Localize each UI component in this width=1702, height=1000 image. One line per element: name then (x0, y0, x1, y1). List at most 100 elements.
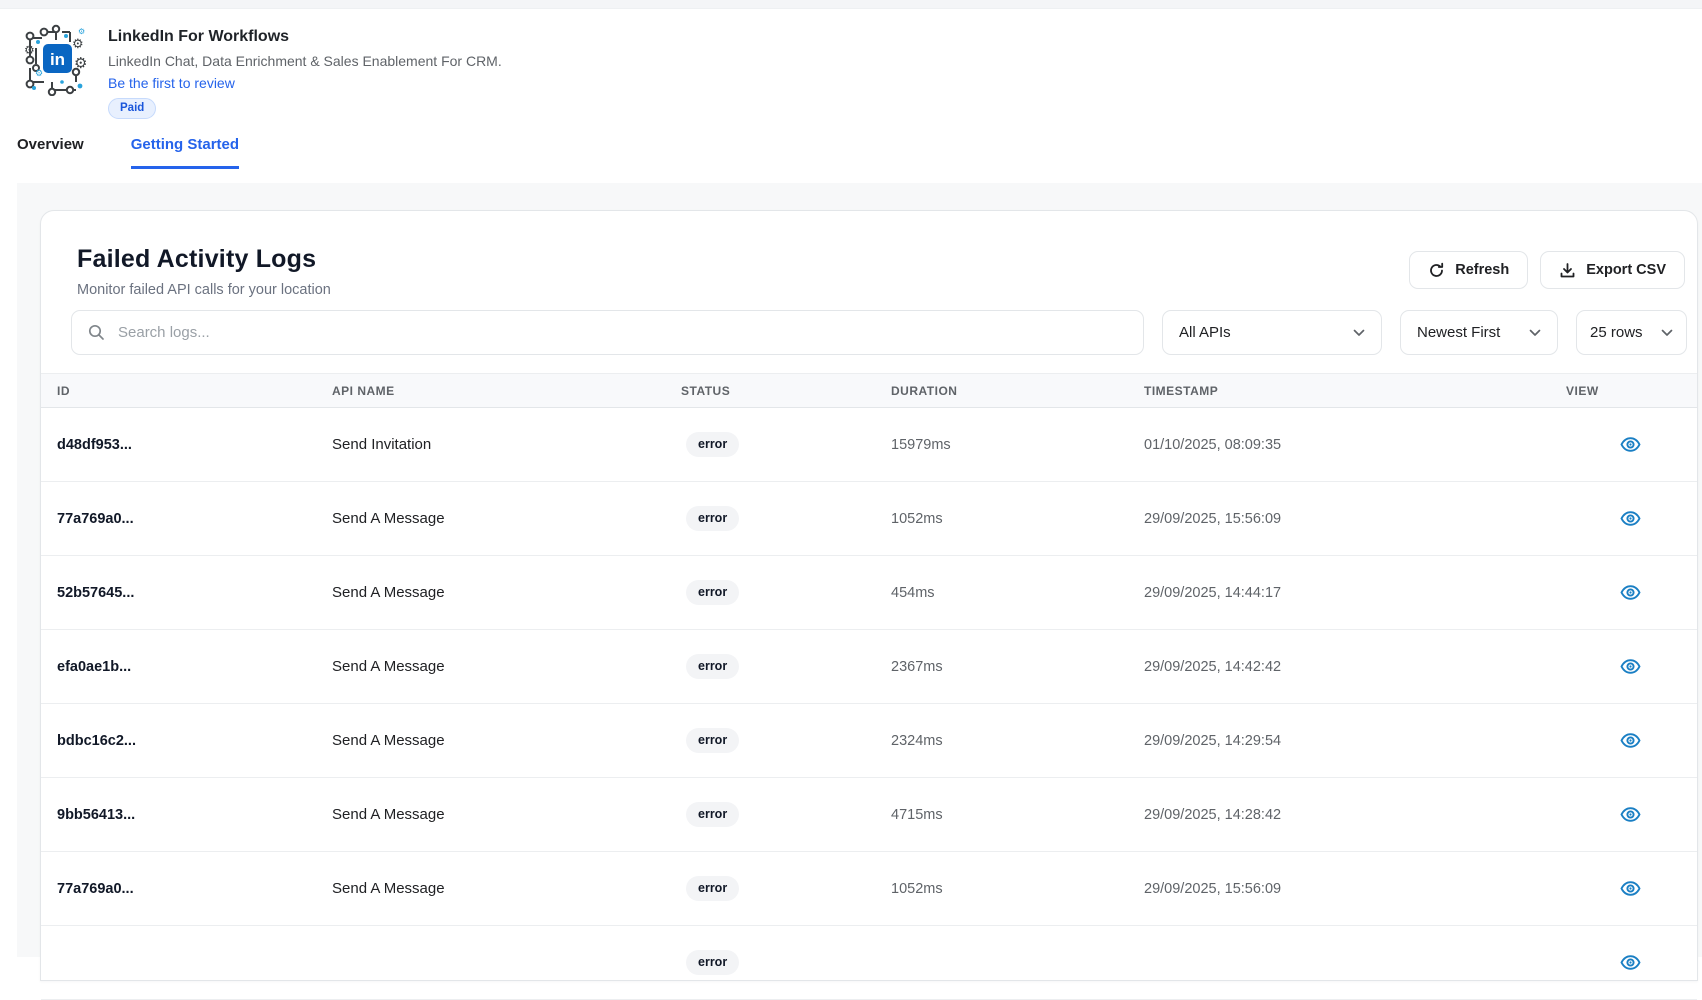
refresh-label: Refresh (1455, 262, 1509, 278)
panel-header: Failed Activity Logs Monitor failed API … (41, 211, 1697, 310)
duration: 1052ms (891, 881, 1144, 897)
duration: 1052ms (891, 511, 1144, 527)
app-title: LinkedIn For Workflows (108, 28, 502, 46)
eye-icon (1620, 807, 1641, 822)
timestamp: 29/09/2025, 14:44:17 (1144, 585, 1546, 601)
eye-icon (1620, 881, 1641, 896)
search-box[interactable] (71, 310, 1144, 355)
table-row: error (41, 926, 1697, 1000)
tab-getting-started[interactable]: Getting Started (131, 136, 239, 169)
api-filter-select[interactable]: All APIs (1162, 310, 1382, 355)
table-row: 77a769a0... Send A Message error 1052ms … (41, 482, 1697, 556)
column-header-status: STATUS (681, 384, 891, 398)
chevron-down-icon (1661, 329, 1673, 337)
tab-bar: Overview Getting Started (0, 136, 1702, 169)
export-csv-label: Export CSV (1586, 262, 1666, 278)
log-id: 9bb56413... (57, 807, 332, 823)
duration: 2324ms (891, 733, 1144, 749)
status-badge: error (686, 728, 739, 753)
log-id: 77a769a0... (57, 511, 332, 527)
api-name: Send Invitation (332, 436, 681, 453)
api-name: Send A Message (332, 806, 681, 823)
table-row: efa0ae1b... Send A Message error 2367ms … (41, 630, 1697, 704)
failed-activity-logs-panel: Failed Activity Logs Monitor failed API … (40, 210, 1698, 981)
status-badge: error (686, 580, 739, 605)
svg-text:in: in (50, 50, 65, 69)
table-row: d48df953... Send Invitation error 15979m… (41, 408, 1697, 482)
search-icon (88, 324, 105, 341)
status-badge: error (686, 876, 739, 901)
gear-icon: ⚙ (24, 43, 35, 57)
view-log-button[interactable] (1616, 951, 1645, 974)
rows-per-page-select[interactable]: 25 rows (1576, 310, 1687, 355)
gear-icon: ⚙ (35, 68, 43, 78)
column-header-id: ID (57, 384, 332, 398)
log-id: 77a769a0... (57, 881, 332, 897)
log-id: 52b57645... (57, 585, 332, 601)
linkedin-circuit-logo-icon: ⚙ ⚙ ⚙ ⚙ ⚙ in (22, 24, 90, 96)
column-header-api-name: API NAME (332, 384, 681, 398)
table-row: 52b57645... Send A Message error 454ms 2… (41, 556, 1697, 630)
app-logo: ⚙ ⚙ ⚙ ⚙ ⚙ in (22, 24, 90, 96)
duration: 15979ms (891, 437, 1144, 453)
table-header-row: ID API NAME STATUS DURATION TIMESTAMP VI… (41, 373, 1697, 408)
view-log-button[interactable] (1616, 581, 1645, 604)
eye-icon (1620, 659, 1641, 674)
log-id: d48df953... (57, 437, 332, 453)
column-header-view: VIEW (1546, 384, 1697, 398)
app-header: ⚙ ⚙ ⚙ ⚙ ⚙ in LinkedIn For Workflows Link… (0, 9, 1702, 119)
timestamp: 29/09/2025, 14:42:42 (1144, 659, 1546, 675)
api-filter-value: All APIs (1179, 324, 1231, 341)
content-background: Failed Activity Logs Monitor failed API … (17, 183, 1702, 957)
eye-icon (1620, 437, 1641, 452)
log-id: efa0ae1b... (57, 659, 332, 675)
gear-icon: ⚙ (74, 55, 87, 72)
timestamp: 01/10/2025, 08:09:35 (1144, 437, 1546, 453)
tab-overview[interactable]: Overview (17, 136, 84, 169)
api-name: Send A Message (332, 732, 681, 749)
sort-filter-value: Newest First (1417, 324, 1500, 341)
view-log-button[interactable] (1616, 877, 1645, 900)
status-badge: error (686, 654, 739, 679)
timestamp: 29/09/2025, 15:56:09 (1144, 511, 1546, 527)
table-row: 9bb56413... Send A Message error 4715ms … (41, 778, 1697, 852)
status-badge: error (686, 950, 739, 975)
eye-icon (1620, 511, 1641, 526)
chevron-down-icon (1529, 329, 1541, 337)
column-header-timestamp: TIMESTAMP (1144, 384, 1546, 398)
search-input[interactable] (118, 324, 1127, 341)
timestamp: 29/09/2025, 14:29:54 (1144, 733, 1546, 749)
gear-icon: ⚙ (72, 36, 84, 51)
duration: 2367ms (891, 659, 1144, 675)
download-icon (1559, 262, 1576, 279)
timestamp: 29/09/2025, 15:56:09 (1144, 881, 1546, 897)
view-log-button[interactable] (1616, 803, 1645, 826)
api-name: Send A Message (332, 584, 681, 601)
filter-row: All APIs Newest First 25 rows (41, 310, 1697, 355)
refresh-icon (1428, 262, 1445, 279)
status-badge: error (686, 506, 739, 531)
page-top-edge (0, 0, 1702, 9)
column-header-duration: DURATION (891, 384, 1144, 398)
duration: 4715ms (891, 807, 1144, 823)
export-csv-button[interactable]: Export CSV (1540, 251, 1685, 289)
app-subtitle: LinkedIn Chat, Data Enrichment & Sales E… (108, 53, 502, 69)
chevron-down-icon (1353, 329, 1365, 337)
timestamp: 29/09/2025, 14:28:42 (1144, 807, 1546, 823)
table-body: d48df953... Send Invitation error 15979m… (41, 408, 1697, 1000)
paid-badge: Paid (108, 98, 156, 119)
api-name: Send A Message (332, 880, 681, 897)
view-log-button[interactable] (1616, 729, 1645, 752)
api-name: Send A Message (332, 510, 681, 527)
table-row: bdbc16c2... Send A Message error 2324ms … (41, 704, 1697, 778)
eye-icon (1620, 585, 1641, 600)
table-row: 77a769a0... Send A Message error 1052ms … (41, 852, 1697, 926)
sort-filter-select[interactable]: Newest First (1400, 310, 1558, 355)
status-badge: error (686, 432, 739, 457)
view-log-button[interactable] (1616, 433, 1645, 456)
refresh-button[interactable]: Refresh (1409, 251, 1528, 289)
view-log-button[interactable] (1616, 655, 1645, 678)
review-link[interactable]: Be the first to review (108, 75, 235, 91)
gear-icon: ⚙ (78, 27, 85, 36)
view-log-button[interactable] (1616, 507, 1645, 530)
